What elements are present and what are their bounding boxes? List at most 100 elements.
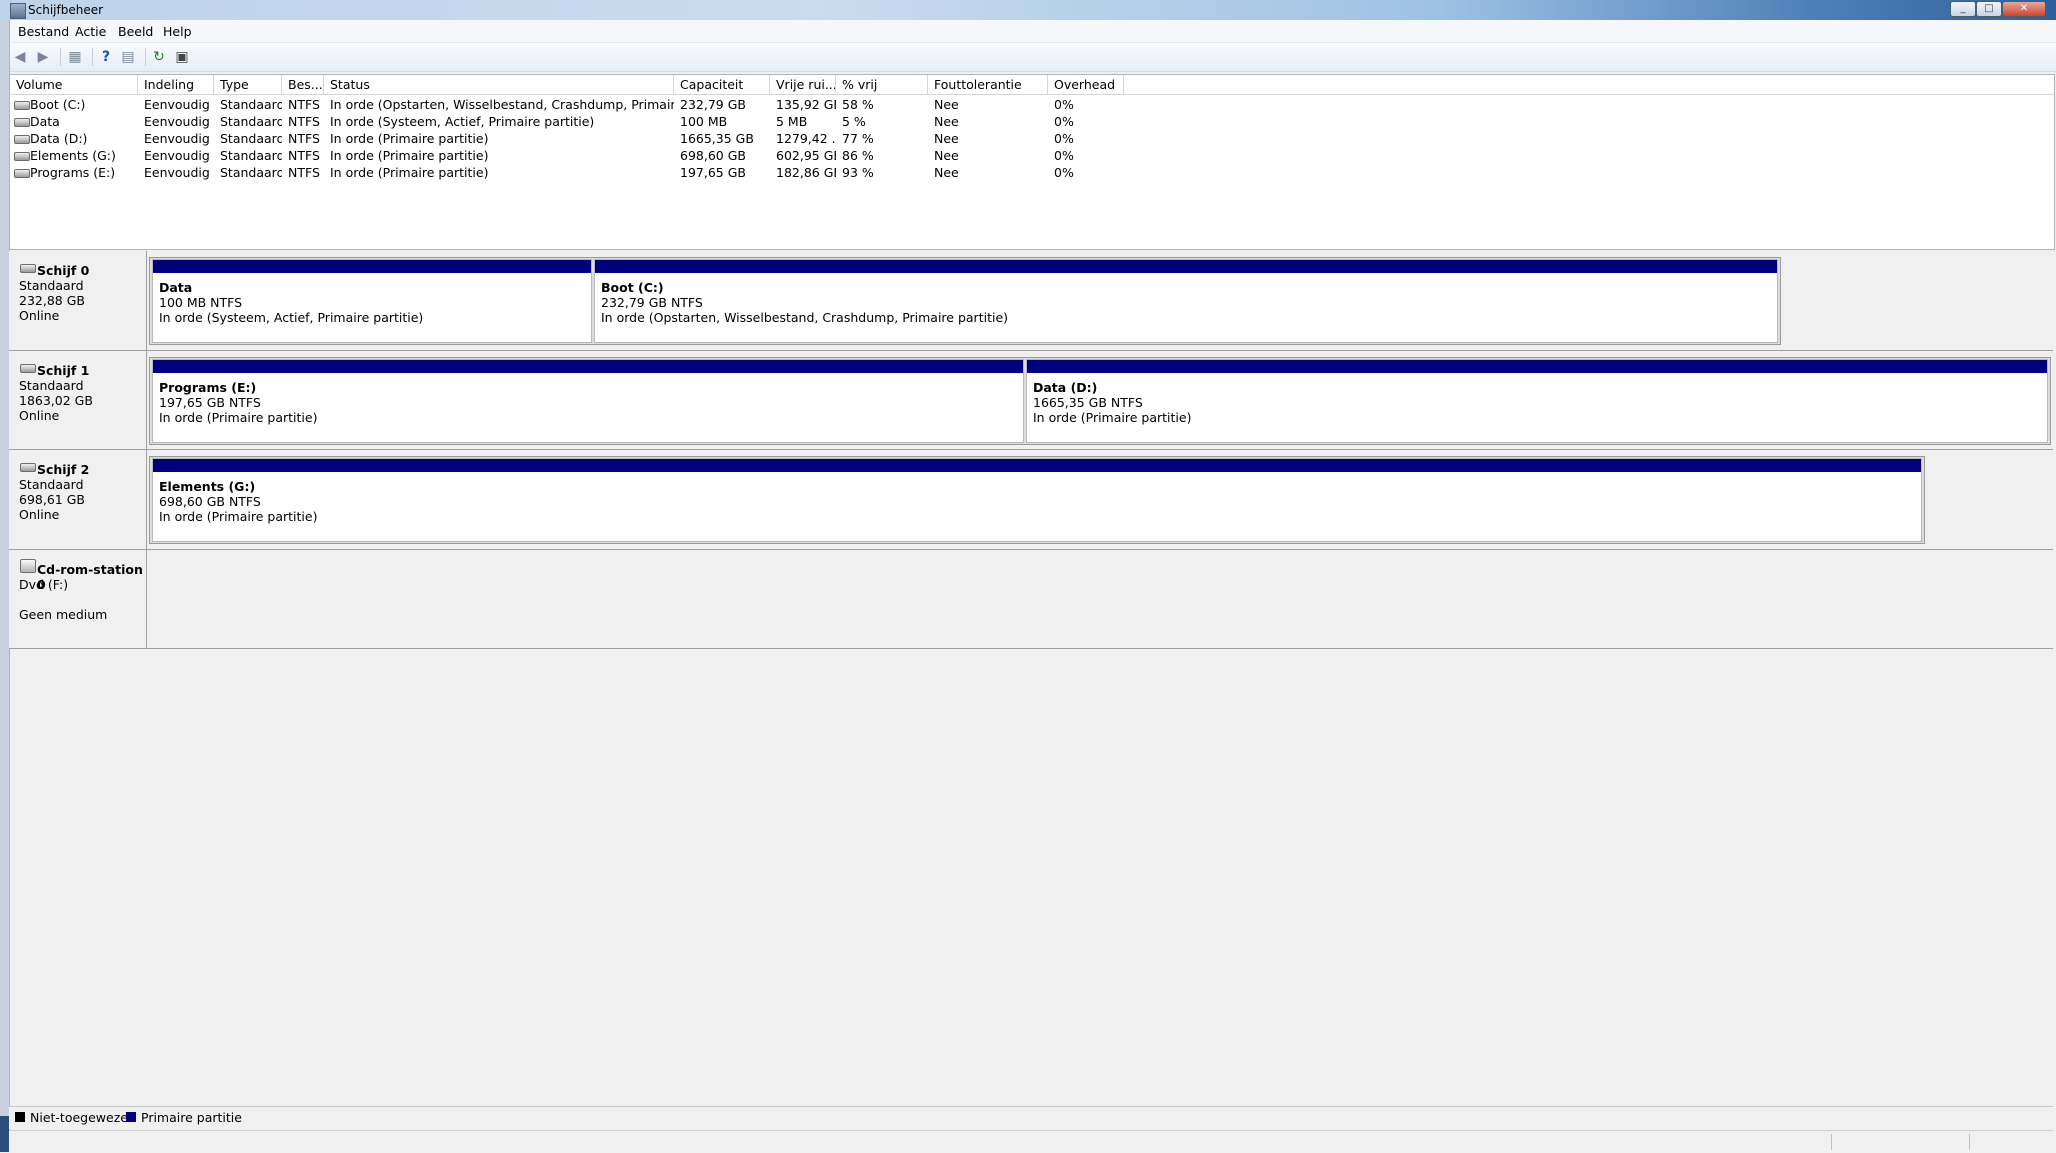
unallocated-swatch (15, 1112, 25, 1122)
partition-status: In orde (Primaire partitie) (159, 509, 318, 524)
partition-name: Programs (E:) (159, 380, 257, 395)
cell-fouttolerantie: Nee (934, 165, 959, 180)
partition-status: In orde (Primaire partitie) (1033, 410, 1192, 425)
table-row[interactable]: Elements (G:) Eenvoudig Standaard NTFS I… (10, 147, 1210, 164)
console-tree-icon[interactable]: ▦ (66, 48, 84, 66)
disk-name: Schijf 2 (37, 462, 90, 477)
partition-data-d[interactable]: Data (D:) 1665,35 GB NTFS In orde (Prima… (1026, 359, 2048, 443)
primary-partition-bar (153, 260, 591, 273)
cell-capaciteit: 100 MB (680, 114, 728, 129)
cell-overhead: 0% (1054, 148, 1074, 163)
primary-partition-bar (1027, 360, 2047, 373)
cell-fouttolerantie: Nee (934, 131, 959, 146)
column-header-fouttolerantie[interactable]: Fouttolerantie (928, 75, 1048, 94)
toolbar-separator (60, 48, 61, 66)
cell-bestandssysteem: NTFS (288, 97, 320, 112)
disk-info-schijf-0[interactable]: Schijf 0 Standaard 232,88 GB Online (9, 251, 147, 350)
disk-graphical-view: Schijf 0 Standaard 232,88 GB Online Data… (9, 251, 2053, 649)
column-header-status[interactable]: Status (324, 75, 674, 94)
table-row[interactable]: Programs (E:) Eenvoudig Standaard NTFS I… (10, 164, 1210, 181)
cell-vrije-ruimte: 1279,42 ... (776, 131, 836, 146)
column-header-bestandssysteem[interactable]: Bes... (282, 75, 324, 94)
table-row[interactable]: Boot (C:) Eenvoudig Standaard NTFS In or… (10, 96, 1210, 113)
column-header-indeling[interactable]: Indeling (138, 75, 214, 94)
disk-row-cdrom: Cd-rom-station 0 Dvd (F:) Geen medium (9, 550, 2053, 649)
hard-disk-icon (20, 264, 36, 273)
menu-bestand[interactable]: Bestand (18, 24, 69, 39)
maximize-button[interactable]: □ (1976, 1, 2002, 17)
partition-status: In orde (Primaire partitie) (159, 410, 318, 425)
partition-programs-e[interactable]: Programs (E:) 197,65 GB NTFS In orde (Pr… (152, 359, 1024, 443)
partition-data[interactable]: Data 100 MB NTFS In orde (Systeem, Actie… (152, 259, 592, 343)
column-header-type[interactable]: Type (214, 75, 282, 94)
menu-bar: Bestand Actie Beeld Help (0, 20, 2056, 43)
cell-vrije-ruimte: 5 MB (776, 114, 808, 129)
hard-disk-icon (20, 364, 36, 373)
disk-state: Online (19, 308, 60, 323)
cell-overhead: 0% (1054, 114, 1074, 129)
cell-volume: Boot (C:) (30, 97, 86, 112)
window-left-border-bottom (0, 1116, 9, 1152)
title-bar[interactable]: Schijfbeheer _ □ ✕ (0, 0, 2056, 20)
forward-arrow-icon[interactable]: ▶ (34, 48, 52, 66)
cell-type: Standaard (220, 165, 282, 180)
column-header-volume[interactable]: Volume (10, 75, 138, 94)
menu-actie[interactable]: Actie (75, 24, 106, 39)
window-title: Schijfbeheer (28, 3, 104, 17)
disk-row-schijf-1: Schijf 1 Standaard 1863,02 GB Online Pro… (9, 351, 2053, 450)
disk-info-schijf-2[interactable]: Schijf 2 Standaard 698,61 GB Online (9, 450, 147, 549)
legend: Niet-toegewezen Primaire partitie (9, 1106, 2053, 1129)
menu-help[interactable]: Help (163, 24, 192, 39)
properties-icon[interactable]: ▤ (119, 48, 137, 66)
menu-beeld[interactable]: Beeld (118, 24, 153, 39)
cell-type: Standaard (220, 97, 282, 112)
close-button[interactable]: ✕ (2002, 1, 2046, 17)
column-header-vrije-ruimte[interactable]: Vrije rui... (770, 75, 836, 94)
minimize-button[interactable]: _ (1950, 1, 1976, 17)
cell-capaciteit: 232,79 GB (680, 97, 746, 112)
primary-partition-bar (153, 360, 1023, 373)
help-icon[interactable]: ? (97, 48, 115, 66)
cell-indeling: Eenvoudig (144, 148, 210, 163)
cell-overhead: 0% (1054, 131, 1074, 146)
disk-name: Schijf 1 (37, 363, 90, 378)
partition-name: Elements (G:) (159, 479, 256, 494)
disk-size: 1863,02 GB (19, 393, 93, 408)
cell-overhead: 0% (1054, 165, 1074, 180)
disk-state: Online (19, 408, 60, 423)
hard-disk-icon (20, 463, 36, 472)
partition-boot-c[interactable]: Boot (C:) 232,79 GB NTFS In orde (Opstar… (594, 259, 1778, 343)
cell-volume: Programs (E:) (30, 165, 116, 180)
cell-procent-vrij: 86 % (842, 148, 874, 163)
settings-icon[interactable]: ▣ (173, 48, 191, 66)
cell-fouttolerantie: Nee (934, 97, 959, 112)
disk-info-cdrom[interactable]: Cd-rom-station 0 Dvd (F:) Geen medium (9, 550, 147, 648)
cell-bestandssysteem: NTFS (288, 148, 320, 163)
partition-elements-g[interactable]: Elements (G:) 698,60 GB NTFS In orde (Pr… (152, 458, 1922, 542)
cell-bestandssysteem: NTFS (288, 114, 320, 129)
partition-name: Data (D:) (1033, 380, 1098, 395)
disk-size: 698,61 GB (19, 492, 85, 507)
back-arrow-icon[interactable]: ◀ (11, 48, 29, 66)
table-row[interactable]: Data (D:) Eenvoudig Standaard NTFS In or… (10, 130, 1210, 147)
disk-type: Standaard (19, 378, 84, 393)
cell-bestandssysteem: NTFS (288, 165, 320, 180)
refresh-icon[interactable]: ↻ (150, 48, 168, 66)
cell-capaciteit: 1665,35 GB (680, 131, 754, 146)
table-row[interactable]: Data Eenvoudig Standaard NTFS In orde (S… (10, 113, 1210, 130)
partition-status: In orde (Opstarten, Wisselbestand, Crash… (601, 310, 1009, 325)
primary-partition-bar (595, 260, 1777, 273)
disk-info-schijf-1[interactable]: Schijf 1 Standaard 1863,02 GB Online (9, 351, 147, 449)
toolbar-separator (145, 48, 146, 66)
column-header-procent-vrij[interactable]: % vrij (836, 75, 928, 94)
toolbar: ◀ ▶ ▦ ? ▤ ↻ ▣ (0, 43, 2056, 72)
cdrom-drive: Dvd (F:) (19, 577, 69, 592)
toolbar-separator (92, 48, 93, 66)
column-header-overhead[interactable]: Overhead (1048, 75, 1124, 94)
volume-list[interactable]: Volume Indeling Type Bes... Status Capac… (9, 74, 2055, 250)
partition-size: 197,65 GB NTFS (159, 395, 261, 410)
cell-capaciteit: 197,65 GB (680, 165, 746, 180)
column-header-capaciteit[interactable]: Capaciteit (674, 75, 770, 94)
cell-procent-vrij: 5 % (842, 114, 866, 129)
cd-rom-icon (20, 559, 36, 573)
